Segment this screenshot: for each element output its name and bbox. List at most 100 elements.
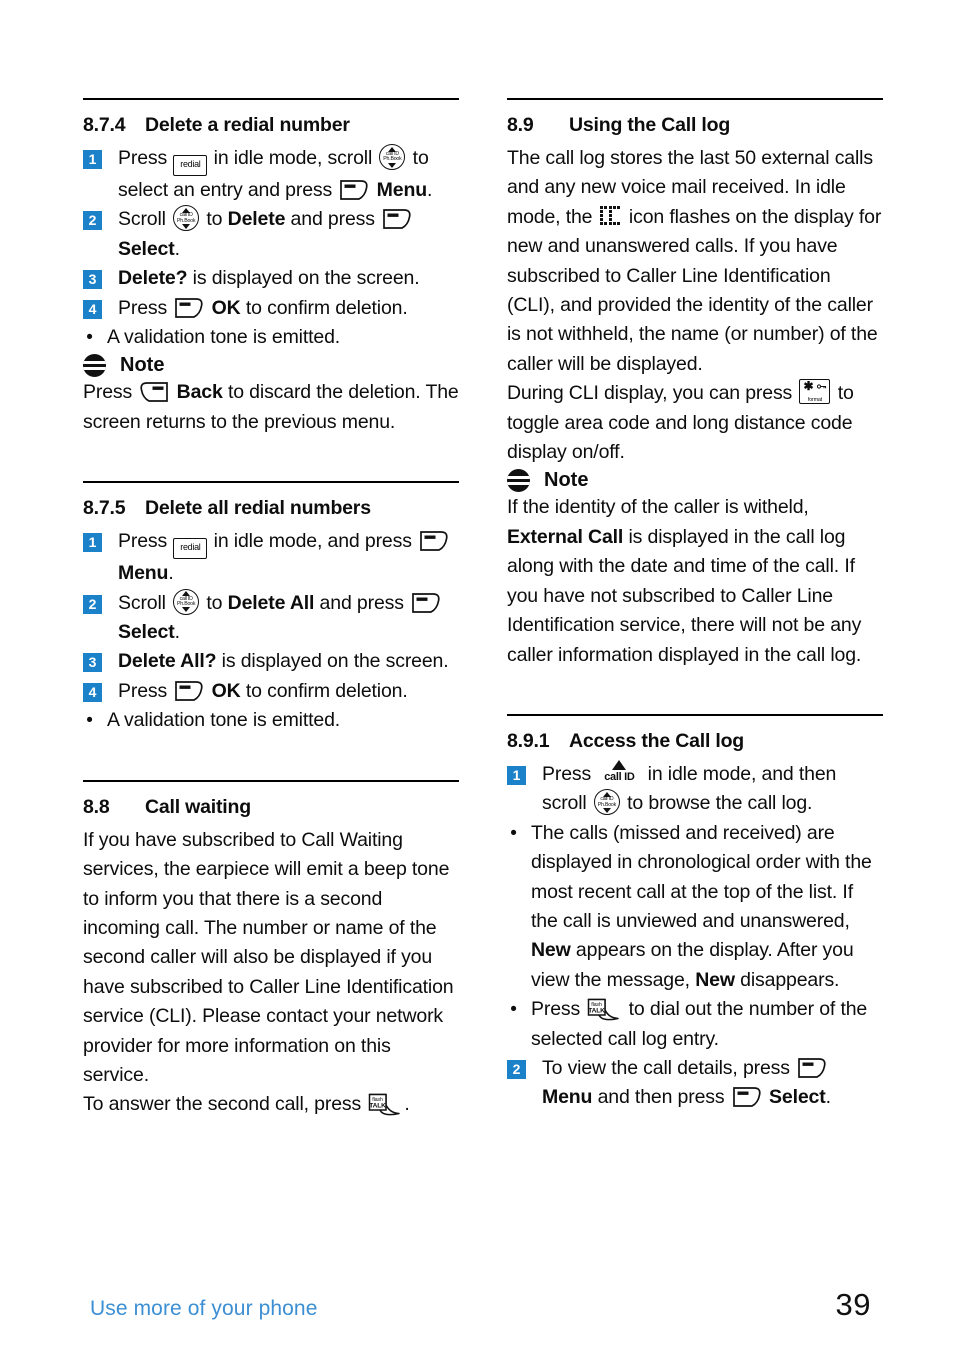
step-badge: 4 — [83, 299, 102, 319]
softkey-right-icon — [139, 381, 169, 403]
bullet-text: A validation tone is emitted. — [107, 709, 341, 732]
heading-number: 8.9 — [507, 114, 534, 136]
left-column: 8.7.4 Delete a redial number 1 Press red… — [83, 98, 459, 1120]
step-item: 3 Delete? is displayed on the screen. — [83, 264, 459, 293]
softkey-left-icon — [174, 297, 204, 319]
softkey-left-icon — [382, 208, 412, 230]
note-icon — [83, 354, 106, 378]
paragraph-cli-format: During CLI display, you can press ✱ forma… — [507, 379, 854, 464]
steps-8-9-1: 1 Press call ID in idle mode, and then s… — [507, 759, 883, 819]
heading-title: Access the Call log — [569, 729, 745, 752]
call-log-icon — [599, 205, 620, 227]
page-footer: Use more of your phone 39 — [90, 1287, 871, 1323]
softkey-left-icon — [339, 179, 369, 201]
heading-8-8: 8.8 Call waiting — [83, 796, 459, 819]
heading-number: 8.7.5 — [83, 497, 126, 520]
step-text: Press redial in idle mode, and press Men… — [118, 527, 459, 588]
step-item: 4 Press OK to confirm deletion. — [83, 677, 459, 706]
nav-key-icon: call ID Ph.Book — [173, 588, 200, 615]
softkey-left-icon — [419, 530, 449, 552]
step-item: 3 Delete All? is displayed on the screen… — [83, 647, 459, 676]
step-badge: 3 — [83, 653, 102, 673]
page-number: 39 — [835, 1287, 871, 1322]
step-item: 1 Press redial in idle mode, scroll call… — [83, 144, 459, 205]
note-body: If the identity of the caller is witheld… — [507, 496, 862, 666]
right-column: 8.9 Using the Call log The call log stor… — [507, 98, 883, 1120]
steps-8-9-1-cont: 2 To view the call details, press Menu a… — [507, 1054, 883, 1113]
step-badge: 1 — [507, 765, 526, 785]
bullet-item: • The calls (missed and received) are di… — [507, 819, 883, 995]
two-column-body: 8.7.4 Delete a redial number 1 Press red… — [83, 98, 883, 1120]
bullets-8-9-1: • The calls (missed and received) are di… — [507, 819, 883, 1054]
step-item: 4 Press OK to confirm deletion. — [83, 294, 459, 323]
step-badge: 3 — [83, 270, 102, 290]
section-divider — [507, 713, 883, 716]
softkey-left-icon — [732, 1086, 762, 1108]
step-item: 2 To view the call details, press Menu a… — [507, 1054, 883, 1113]
step-item: 1 Press redial in idle mode, and press M… — [83, 527, 459, 588]
steps-8-7-5: 1 Press redial in idle mode, and press M… — [83, 527, 459, 706]
step-badge: 1 — [83, 150, 102, 169]
bullet-dot: • — [86, 710, 93, 732]
step-text: Scroll call ID Ph.Book to Delete and pres… — [118, 205, 459, 264]
format-key-icon: ✱ format — [799, 379, 831, 405]
step-badge: 4 — [83, 682, 102, 702]
call-id-key-icon: call ID — [597, 759, 641, 784]
note-heading: Note — [83, 354, 459, 378]
bullets-8-7-4: • A validation tone is emitted. — [83, 323, 459, 352]
step-text: Scroll call ID Ph.Book to Delete All and … — [118, 588, 459, 648]
heading-8-9: 8.9 Using the Call log — [507, 114, 883, 137]
section-divider — [507, 98, 883, 100]
step-text: Delete? is displayed on the screen. — [118, 267, 420, 290]
step-text: Press OK to confirm deletion. — [118, 296, 408, 319]
note-heading: Note — [507, 469, 883, 493]
paragraph-answer-second-call: To answer the second call, press flash TA… — [83, 1093, 410, 1116]
step-item: 2 Scroll call ID Ph.Book to Delete and pr… — [83, 205, 459, 264]
bullet-text: The calls (missed and received) are disp… — [531, 821, 872, 991]
step-text: Press OK to confirm deletion. — [118, 679, 408, 702]
steps-8-7-4: 1 Press redial in idle mode, scroll call… — [83, 144, 459, 323]
heading-number: 8.9.1 — [507, 729, 550, 752]
heading-8-9-1: 8.9.1 Access the Call log — [507, 730, 883, 753]
svg-text:TALK: TALK — [370, 1103, 387, 1110]
note-label: Note — [544, 469, 589, 492]
talk-key-icon: flash TALK — [587, 998, 621, 1021]
note-icon — [507, 469, 530, 493]
bullet-dot: • — [86, 327, 93, 349]
section-divider — [83, 98, 459, 100]
nav-key-icon: call ID Ph.Book — [379, 144, 406, 170]
bullet-text: Press flash TALK to dial out the number o… — [531, 998, 868, 1050]
heading-number: 8.8 — [83, 795, 110, 818]
bullet-item: • Press flash TALK to dial out the number… — [507, 995, 883, 1054]
heading-8-7-4: 8.7.4 Delete a redial number — [83, 114, 459, 137]
step-item: 2 Scroll call ID Ph.Book to Delete All an… — [83, 588, 459, 648]
softkey-left-icon — [411, 592, 441, 614]
note-body: Press Back to discard the deletion. The … — [83, 381, 459, 433]
step-text: Press call ID in idle mode, and then scr… — [542, 759, 883, 819]
heading-title: Using the Call log — [569, 114, 731, 136]
footer-chapter-label: Use more of your phone — [90, 1297, 318, 1320]
step-text: To view the call details, press Menu and… — [542, 1056, 831, 1109]
step-badge: 2 — [83, 594, 102, 614]
step-badge: 2 — [83, 211, 102, 231]
note-label: Note — [120, 354, 165, 377]
heading-title: Delete a redial number — [145, 114, 350, 136]
softkey-left-icon — [797, 1057, 827, 1079]
heading-title: Call waiting — [145, 795, 251, 818]
step-badge: 2 — [507, 1059, 526, 1079]
step-item: 1 Press call ID in idle mode, and then s… — [507, 759, 883, 819]
redial-key-icon: redial — [173, 155, 208, 176]
step-text: Press redial in idle mode, scroll call I… — [118, 144, 459, 205]
paragraph-call-log-intro: The call log stores the last 50 external… — [507, 147, 882, 375]
step-badge: 1 — [83, 533, 102, 553]
bullet-text: A validation tone is emitted. — [107, 326, 341, 349]
section-divider — [83, 779, 459, 782]
bullet-dot: • — [510, 822, 517, 844]
step-text: Delete All? is displayed on the screen. — [118, 650, 449, 673]
heading-number: 8.7.4 — [83, 114, 126, 136]
redial-key-icon: redial — [173, 538, 208, 560]
bullet-dot: • — [510, 999, 517, 1021]
